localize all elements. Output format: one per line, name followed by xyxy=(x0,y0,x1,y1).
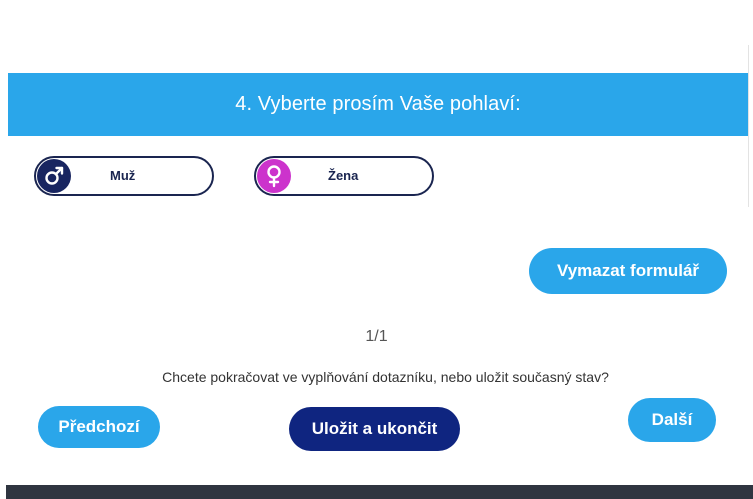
save-and-exit-button[interactable]: Uložit a ukončit xyxy=(289,407,460,451)
option-male[interactable]: Muž xyxy=(34,156,214,196)
question-title: 4. Vyberte prosím Vaše pohlaví: xyxy=(235,93,521,115)
option-female[interactable]: Žena xyxy=(254,156,434,196)
female-symbol-icon xyxy=(257,159,291,193)
previous-button[interactable]: Předchozí xyxy=(38,406,160,448)
option-female-label: Žena xyxy=(328,168,359,183)
male-symbol-icon xyxy=(37,159,71,193)
question-banner: 4. Vyberte prosím Vaše pohlaví: xyxy=(8,73,748,136)
next-button[interactable]: Další xyxy=(628,398,716,442)
questionnaire-page: 4. Vyberte prosím Vaše pohlaví: Muž Žena… xyxy=(0,0,753,499)
option-male-label: Muž xyxy=(110,168,136,183)
save-prompt: Chcete pokračovat ve vyplňování dotazník… xyxy=(162,369,609,385)
page-counter: 1/1 xyxy=(365,328,388,345)
footer-bar xyxy=(6,485,753,499)
divider xyxy=(748,45,749,207)
clear-form-button[interactable]: Vymazat formulář xyxy=(529,248,727,294)
